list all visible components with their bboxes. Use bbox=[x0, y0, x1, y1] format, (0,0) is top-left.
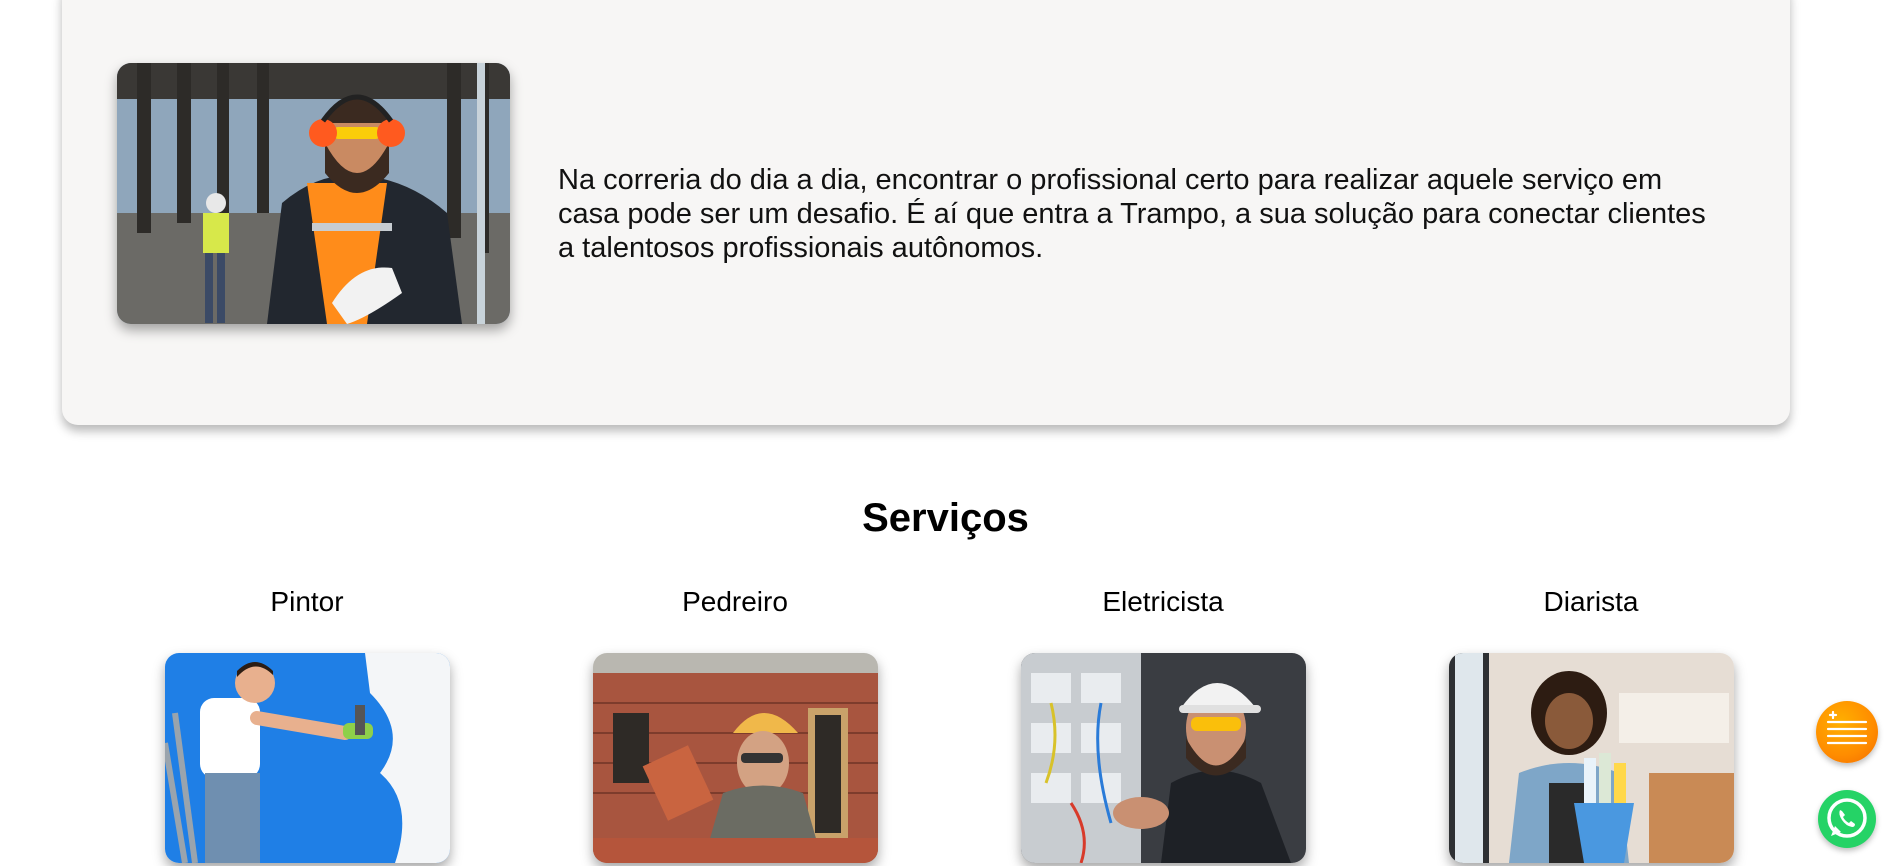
whatsapp-button[interactable] bbox=[1818, 790, 1876, 848]
painter-photo[interactable] bbox=[165, 653, 450, 863]
menu-lines-icon bbox=[1826, 710, 1868, 745]
service-card-diarista[interactable]: Diarista bbox=[1441, 586, 1741, 863]
service-label: Pedreiro bbox=[682, 586, 788, 617]
electrician-photo[interactable] bbox=[1021, 653, 1306, 863]
construction-worker-photo bbox=[117, 63, 510, 324]
service-card-eletricista[interactable]: Eletricista bbox=[1013, 586, 1313, 863]
bricklayer-photo[interactable] bbox=[593, 653, 878, 863]
service-label: Eletricista bbox=[1102, 586, 1224, 617]
floating-menu-button[interactable] bbox=[1816, 701, 1878, 763]
services-title: Serviços bbox=[862, 496, 1029, 540]
service-label: Diarista bbox=[1543, 586, 1639, 617]
whatsapp-icon bbox=[1827, 798, 1867, 838]
service-card-pintor[interactable]: Pintor bbox=[157, 586, 457, 863]
housekeeper-photo[interactable] bbox=[1449, 653, 1734, 863]
about-description: Na correria do dia a dia, encontrar o pr… bbox=[558, 164, 1706, 264]
service-card-pedreiro[interactable]: Pedreiro bbox=[585, 586, 885, 863]
service-label: Pintor bbox=[270, 586, 344, 617]
